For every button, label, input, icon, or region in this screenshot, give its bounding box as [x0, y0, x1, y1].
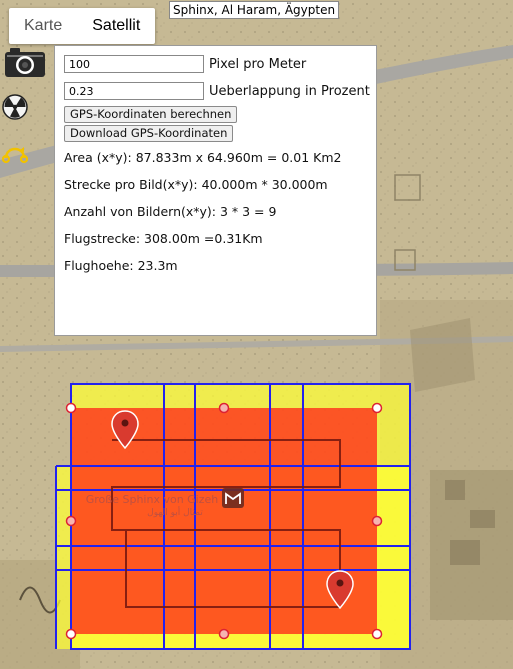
flughoehe-text: Flughoehe: 23.3m: [64, 258, 178, 273]
place-label: Sphinx, Al Haram, Ägypten: [169, 1, 340, 19]
pixel-input[interactable]: [64, 55, 204, 73]
camera-icon[interactable]: [4, 46, 46, 78]
tab-satellit[interactable]: Satellit: [77, 8, 155, 44]
area-text: Area (x*y): 87.833m x 64.960m = 0.01 Km2: [64, 150, 342, 165]
route-icon[interactable]: [1, 142, 29, 164]
pixel-row: Pixel pro Meter: [64, 55, 306, 73]
strecke-text: Strecke pro Bild(x*y): 40.000m * 30.000m: [64, 177, 328, 192]
calculation-panel: Pixel pro Meter Ueberlappung in Prozent …: [54, 45, 377, 336]
flugstrecke-text: Flugstrecke: 308.00m =0.31Km: [64, 231, 263, 246]
overlap-label: Ueberlappung in Prozent: [209, 83, 370, 99]
anzahl-text: Anzahl von Bildern(x*y): 3 * 3 = 9: [64, 204, 277, 219]
overlap-row: Ueberlappung in Prozent: [64, 82, 370, 100]
calc-gps-button[interactable]: GPS-Koordinaten berechnen: [64, 106, 238, 123]
map-type-control: Karte Satellit: [9, 8, 156, 44]
tab-karte[interactable]: Karte: [9, 8, 77, 44]
poi-label-arabic: تمثال أبو الهول: [147, 506, 203, 518]
survey-area[interactable]: [71, 408, 377, 634]
museum-poi-icon[interactable]: [222, 488, 244, 508]
radiation-icon[interactable]: [2, 94, 28, 120]
poi-label: Große Sphinx von Gizeh: [86, 493, 219, 506]
download-gps-button[interactable]: Download GPS-Koordinaten: [64, 125, 234, 142]
overlap-input[interactable]: [64, 82, 204, 100]
pixel-label: Pixel pro Meter: [209, 56, 307, 72]
